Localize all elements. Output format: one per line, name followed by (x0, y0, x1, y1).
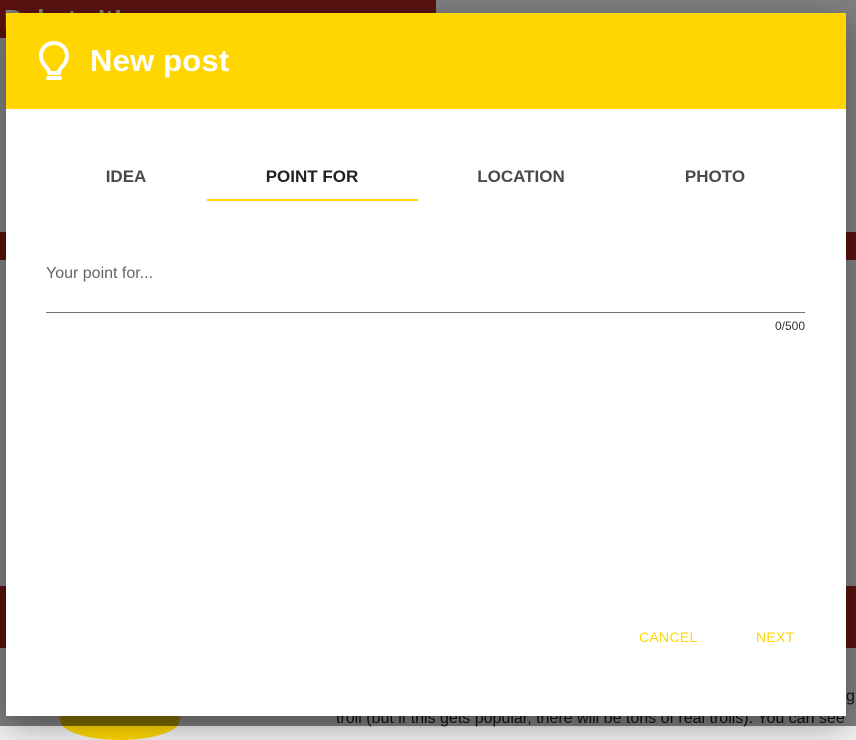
tab-idea[interactable]: IDEA (26, 153, 226, 201)
dialog-header: New post (6, 13, 846, 109)
dialog-title: New post (90, 43, 230, 78)
tab-bar: IDEA POINT FOR LOCATION PHOTO (6, 153, 846, 203)
character-counter: 0/500 (774, 319, 805, 333)
next-button[interactable]: NEXT (756, 619, 795, 655)
dialog-actions: CANCEL NEXT (6, 619, 846, 655)
cancel-button[interactable]: CANCEL (639, 619, 698, 655)
new-post-dialog: New post IDEA POINT FOR LOCATION PHOTO 0… (6, 13, 846, 716)
tab-photo[interactable]: PHOTO (615, 153, 815, 201)
active-tab-indicator (207, 199, 418, 201)
point-for-field: 0/500 (46, 257, 805, 337)
tab-location[interactable]: LOCATION (421, 153, 621, 201)
lightbulb-icon (39, 41, 69, 80)
point-for-input[interactable] (46, 257, 805, 313)
tab-point-for[interactable]: POINT FOR (212, 153, 412, 201)
